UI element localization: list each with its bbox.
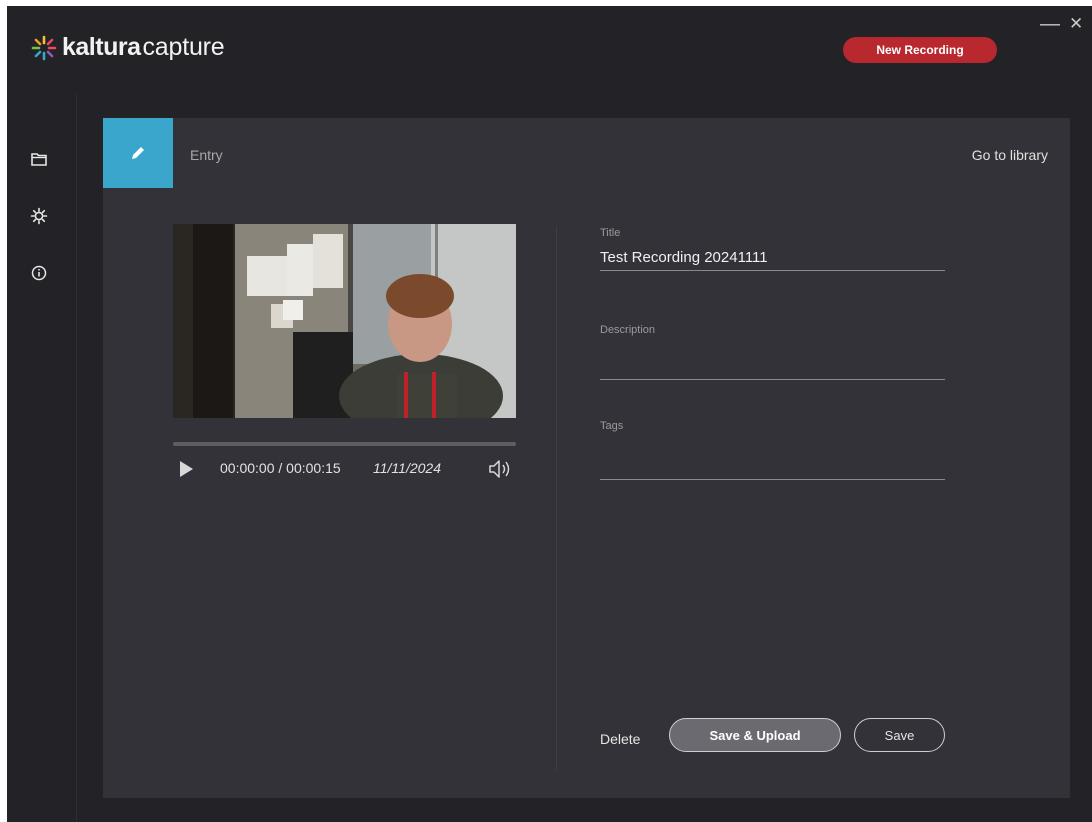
video-thumbnail-image [173, 224, 516, 418]
pencil-icon [132, 147, 144, 159]
logo-word-kaltura: kaltura [62, 33, 141, 61]
close-icon[interactable]: ✕ [1069, 14, 1083, 34]
description-label: Description [600, 324, 656, 336]
title-label: Title [600, 227, 621, 239]
playback-progress-bar[interactable] [173, 442, 516, 446]
tags-label: Tags [600, 420, 624, 432]
kaltura-logo-icon [31, 35, 57, 60]
playback-time: 00:00:00 / 00:00:15 [220, 460, 341, 476]
minimize-icon[interactable]: — [1040, 14, 1060, 34]
logo-word-capture: capture [142, 33, 225, 61]
recording-date: 11/11/2024 [373, 460, 441, 476]
player-controls: 00:00:00 / 00:00:15 11/11/2024 [173, 456, 523, 480]
info-icon[interactable] [29, 263, 49, 283]
delete-button[interactable]: Delete [600, 731, 640, 747]
tags-input[interactable] [600, 453, 945, 480]
play-icon[interactable] [180, 461, 193, 477]
app-window: kaltura capture New Recording — ✕ Entry … [7, 6, 1092, 822]
title-bar: kaltura capture New Recording — ✕ [7, 6, 1092, 94]
new-recording-button[interactable]: New Recording [843, 37, 997, 63]
kaltura-logo: kaltura capture [31, 33, 225, 62]
panel-divider [556, 226, 557, 771]
save-and-upload-button[interactable]: Save & Upload [669, 718, 841, 752]
go-to-library-link[interactable]: Go to library [972, 147, 1048, 163]
video-preview[interactable] [173, 224, 516, 418]
entry-label: Entry [190, 147, 223, 163]
sidebar [7, 94, 77, 822]
gear-icon[interactable] [29, 206, 49, 226]
entry-panel: Entry Go to library 00:00:00 / 00:00:15 … [103, 118, 1070, 798]
title-input[interactable] [600, 244, 945, 271]
save-button[interactable]: Save [854, 718, 945, 752]
folder-icon[interactable] [29, 149, 49, 169]
description-input[interactable] [600, 353, 945, 380]
volume-icon[interactable] [487, 458, 517, 480]
entry-tab[interactable] [103, 118, 173, 188]
